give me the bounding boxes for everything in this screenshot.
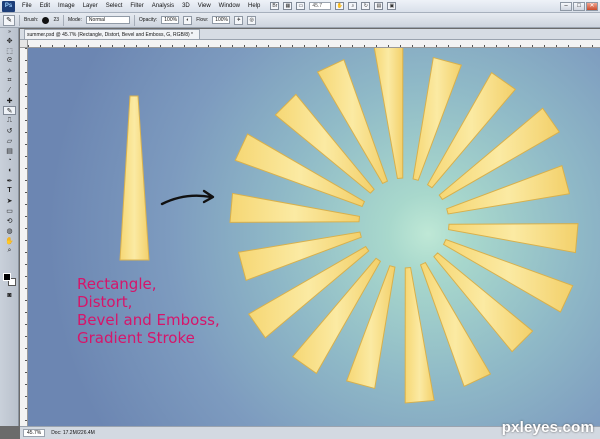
menu-file[interactable]: File bbox=[18, 3, 36, 9]
flow-field[interactable]: 100% bbox=[212, 16, 231, 24]
airbrush-icon[interactable]: ✈ bbox=[234, 15, 244, 25]
options-divider bbox=[63, 14, 65, 26]
mode-select[interactable]: Normal bbox=[85, 16, 130, 24]
arrange-documents-icon[interactable]: ▤ bbox=[374, 2, 384, 10]
caption-line: Bevel and Emboss, bbox=[77, 311, 220, 329]
menu-select[interactable]: Select bbox=[102, 3, 127, 9]
eyedropper-tool-icon[interactable]: ⁄ bbox=[3, 86, 16, 95]
clone-stamp-tool-icon[interactable]: ⎍ bbox=[3, 116, 16, 125]
minimize-button[interactable]: – bbox=[560, 1, 572, 11]
gradient-tool-icon[interactable]: ▤ bbox=[3, 146, 16, 155]
single-ray-shape bbox=[119, 95, 150, 261]
dodge-tool-icon[interactable]: ◖ bbox=[3, 166, 16, 175]
panel-collapse-icon[interactable]: » bbox=[3, 29, 16, 35]
menu-layer[interactable]: Layer bbox=[79, 3, 102, 9]
blur-tool-icon[interactable]: ◔ bbox=[3, 156, 16, 165]
mode-label: Mode: bbox=[68, 17, 82, 23]
type-tool-icon[interactable]: T bbox=[3, 186, 16, 195]
menu-3d[interactable]: 3D bbox=[178, 3, 194, 9]
mini-bridge-icon[interactable]: ▦ bbox=[283, 2, 293, 10]
technique-caption: Rectangle, Distort, Bevel and Emboss, Gr… bbox=[77, 275, 220, 347]
document-tab-bar: summer.psd @ 45.7% (Rectangle, Distort, … bbox=[20, 29, 600, 40]
canvas-artwork bbox=[119, 48, 579, 404]
ruler-origin[interactable] bbox=[20, 40, 28, 48]
3d-orbit-tool-icon[interactable]: ◍ bbox=[3, 226, 16, 235]
menu-view[interactable]: View bbox=[194, 3, 215, 9]
menu-bar: Ps File Edit Image Layer Select Filter A… bbox=[0, 0, 600, 13]
brush-tool-preset-icon[interactable]: ✎ bbox=[3, 14, 15, 26]
move-tool-icon[interactable]: ✥ bbox=[3, 36, 16, 45]
rotate-view-icon[interactable]: ↻ bbox=[361, 2, 371, 10]
hand-tool-icon[interactable]: ✋ bbox=[3, 236, 16, 245]
pen-tool-icon[interactable]: ✒ bbox=[3, 176, 16, 185]
app-bar-controls: Br ▦ ▭ 45.7 ✋ ⌕ ↻ ▤ ▣ bbox=[270, 2, 397, 10]
brush-label: Brush: bbox=[24, 17, 39, 23]
tablet-opacity-icon[interactable]: ◐ bbox=[183, 15, 193, 25]
vertical-ruler[interactable] bbox=[20, 48, 28, 426]
zoom-tool-icon[interactable]: ⌕ bbox=[3, 246, 16, 255]
opacity-field[interactable]: 100% bbox=[161, 16, 180, 24]
foreground-color-swatch[interactable] bbox=[3, 273, 11, 281]
eraser-tool-icon[interactable]: ▱ bbox=[3, 136, 16, 145]
options-bar: ✎ Brush: 23 Mode: Normal Opacity: 100% ◐… bbox=[0, 13, 600, 28]
zoom-tool-icon[interactable]: ⌕ bbox=[348, 2, 358, 10]
quick-select-tool-icon[interactable]: ✧ bbox=[3, 66, 16, 75]
brush-preview-icon[interactable] bbox=[42, 16, 50, 24]
3d-rotate-tool-icon[interactable]: ⟲ bbox=[3, 216, 16, 225]
menu-window[interactable]: Window bbox=[215, 3, 244, 9]
menu-image[interactable]: Image bbox=[54, 3, 79, 9]
shape-tool-icon[interactable]: ▭ bbox=[3, 206, 16, 215]
document-tab[interactable]: summer.psd @ 45.7% (Rectangle, Distort, … bbox=[24, 29, 200, 39]
opacity-label: Opacity: bbox=[138, 17, 158, 23]
close-button[interactable]: ✕ bbox=[586, 1, 598, 11]
lasso-tool-icon[interactable]: ᘓ bbox=[3, 56, 16, 65]
window-controls: – □ ✕ bbox=[560, 1, 598, 11]
hand-tool-icon[interactable]: ✋ bbox=[335, 2, 345, 10]
marquee-tool-icon[interactable]: ⬚ bbox=[3, 46, 16, 55]
guides-icon[interactable]: ▭ bbox=[296, 2, 306, 10]
quick-mask-icon[interactable]: ◙ bbox=[3, 291, 16, 300]
options-divider bbox=[19, 14, 20, 26]
zoom-level-field[interactable]: 45.7 bbox=[309, 2, 332, 10]
caption-line: Distort, bbox=[77, 293, 133, 311]
brush-size-value: 23 bbox=[53, 17, 60, 23]
status-zoom-field[interactable]: 45.7% bbox=[23, 429, 46, 437]
healing-brush-tool-icon[interactable]: ✚ bbox=[3, 96, 16, 105]
menu-edit[interactable]: Edit bbox=[36, 3, 54, 9]
caption-line: Rectangle, bbox=[77, 275, 157, 293]
watermark-text: pxleyes.com bbox=[501, 419, 594, 436]
document-canvas[interactable]: Rectangle, Distort, Bevel and Emboss, Gr… bbox=[28, 48, 600, 426]
document-tab-title: summer.psd @ 45.7% (Rectangle, Distort, … bbox=[27, 32, 193, 38]
photoshop-window: Ps File Edit Image Layer Select Filter A… bbox=[0, 0, 600, 439]
caption-line: Gradient Stroke bbox=[77, 329, 195, 347]
crop-tool-icon[interactable]: ⌗ bbox=[3, 76, 16, 85]
history-brush-tool-icon[interactable]: ↺ bbox=[3, 126, 16, 135]
menu-analysis[interactable]: Analysis bbox=[148, 3, 178, 9]
options-divider bbox=[133, 14, 135, 26]
bridge-icon[interactable]: Br bbox=[270, 2, 280, 10]
sun-rays-group bbox=[229, 48, 579, 404]
tools-panel: » ✥ ⬚ ᘓ ✧ ⌗ ⁄ ✚ ✎ ⎍ ↺ ▱ ▤ ◔ ◖ ✒ T ➤ ▭ ⟲ … bbox=[0, 28, 19, 426]
brush-tool-icon[interactable]: ✎ bbox=[3, 106, 16, 115]
menu-help[interactable]: Help bbox=[244, 3, 264, 9]
flow-label: Flow: bbox=[196, 17, 209, 23]
maximize-button[interactable]: □ bbox=[573, 1, 585, 11]
screen-mode-icon[interactable]: ▣ bbox=[387, 2, 397, 10]
document-size-info[interactable]: Doc: 17.2M/226.4M bbox=[51, 430, 95, 436]
tablet-size-icon[interactable]: ◎ bbox=[247, 15, 257, 25]
path-selection-tool-icon[interactable]: ➤ bbox=[3, 196, 16, 205]
horizontal-ruler[interactable] bbox=[28, 40, 600, 48]
photoshop-logo: Ps bbox=[2, 0, 15, 12]
menu-filter[interactable]: Filter bbox=[126, 3, 147, 9]
